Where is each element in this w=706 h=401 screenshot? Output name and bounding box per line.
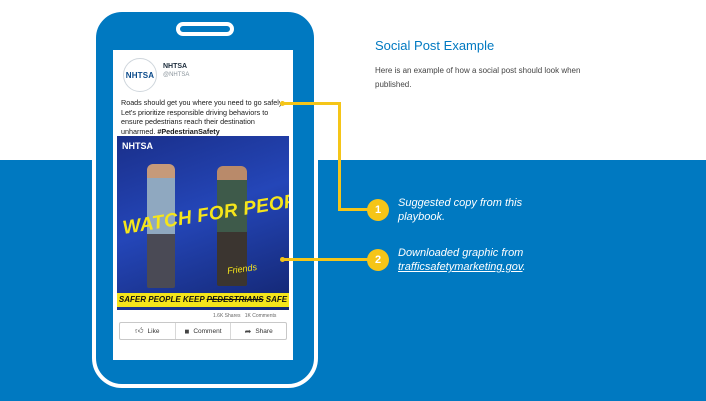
comment-count[interactable]: 1K Comments	[245, 313, 277, 319]
page-description: Here is an example of how a social post …	[375, 66, 581, 89]
graphic-nhtsa-logo: NHTSA	[122, 141, 153, 151]
comment-label: Comment	[193, 327, 222, 335]
comment-button[interactable]: ■ Comment	[174, 323, 231, 339]
share-button[interactable]: ➦ Share	[230, 323, 286, 339]
tagline-struck-word: PEDESTRIANS	[206, 295, 264, 304]
callout-1-text: Suggested copy from this playbook.	[398, 197, 523, 223]
post-copy: Roads should get you where you need to g…	[121, 98, 287, 136]
post-action-bar: 👍︎ Like ■ Comment ➦ Share	[119, 322, 287, 340]
trafficsafetymarketing-link[interactable]: trafficsafetymarketing.gov	[398, 261, 523, 273]
tagline-prefix: SAFER PEOPLE KEEP	[118, 295, 207, 304]
comment-icon: ■	[184, 326, 190, 336]
share-count[interactable]: 1.6K Shares	[213, 313, 241, 319]
nhtsa-logo: NHTSA	[125, 70, 155, 80]
post-header: NHTSA NHTSA @NHTSA	[123, 58, 283, 94]
social-post: NHTSA NHTSA @NHTSA Roads should get you …	[113, 50, 293, 360]
page-title: Social Post Example	[375, 38, 495, 53]
post-graphic[interactable]: NHTSA WATCH FOR PEOPLE Friends SAFER PEO…	[117, 136, 289, 310]
callout-1-line	[338, 208, 370, 211]
like-label: Like	[147, 327, 160, 335]
tagline-suffix: SAFE	[263, 295, 288, 304]
phone-speaker	[176, 22, 234, 36]
account-name[interactable]: NHTSA	[163, 63, 187, 70]
callout-2-number: 2	[367, 249, 389, 271]
post-hashtag[interactable]: #PedestrianSafety	[157, 127, 219, 136]
avatar[interactable]: NHTSA	[123, 58, 157, 92]
like-button[interactable]: 👍︎ Like	[120, 323, 175, 339]
graphic-tagline: SAFER PEOPLE KEEP PEDESTRIANS SAFE	[117, 293, 289, 307]
callout-2-line	[283, 258, 370, 261]
callout-1-number: 1	[367, 199, 389, 221]
account-handle: @NHTSA	[163, 72, 190, 78]
thumbs-up-icon: 👍︎	[135, 326, 144, 335]
share-icon: ➦	[244, 326, 252, 336]
callout-2-text: Downloaded graphic from trafficsafetymar…	[398, 246, 568, 274]
callout-1-line	[338, 102, 341, 211]
share-label: Share	[255, 327, 273, 335]
callout-1-line	[283, 102, 340, 105]
callout-2-label: Downloaded graphic from	[398, 247, 524, 259]
callout-2-suffix: .	[522, 261, 526, 273]
post-stats: 1.6K Shares 1K Comments	[213, 313, 276, 319]
